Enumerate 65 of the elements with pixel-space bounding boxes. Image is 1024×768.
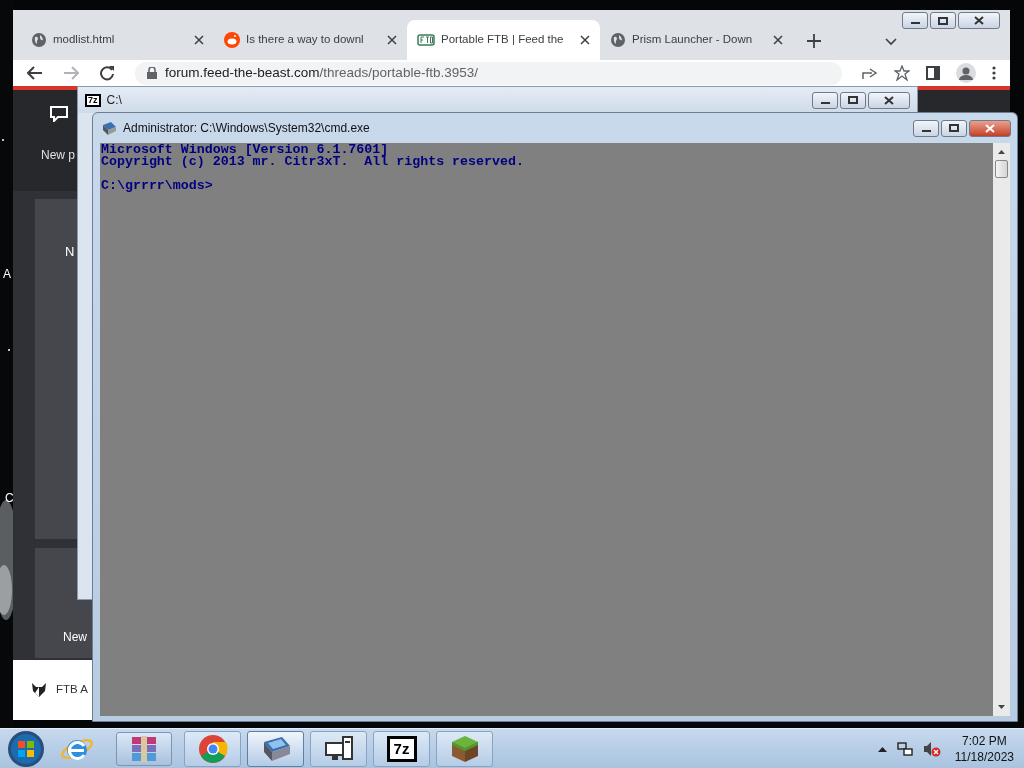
chevron-down-icon[interactable] [885, 38, 897, 46]
close-icon[interactable] [773, 35, 783, 45]
nav-link[interactable]: New p [41, 146, 75, 164]
console-prompt: C:\grrrr\mods> [101, 180, 213, 192]
close-icon [974, 16, 984, 25]
start-orb-icon[interactable] [6, 729, 46, 768]
archive-stack-icon[interactable] [129, 733, 159, 764]
card-title: N [65, 244, 75, 259]
taskbar-button[interactable]: 7z [373, 730, 430, 767]
chat-icon [50, 106, 68, 122]
browser-tab[interactable]: Portable FTB | Feed the [407, 20, 600, 60]
network-icon[interactable] [896, 740, 913, 757]
menu-icon[interactable] [992, 66, 996, 80]
browser-icon [197, 733, 228, 764]
back-arrow-icon[interactable] [27, 66, 43, 80]
taskbar-button[interactable] [310, 730, 367, 767]
minimize-button[interactable] [913, 119, 939, 137]
maximize-button[interactable] [930, 12, 956, 29]
maximize-button[interactable] [941, 119, 967, 137]
archiver-logo: 7z [85, 93, 101, 107]
close-icon[interactable] [387, 35, 397, 45]
close-button[interactable] [969, 119, 1011, 137]
plus-icon[interactable] [807, 34, 821, 48]
console-icon [101, 120, 117, 136]
footer-text: FTB A [56, 682, 88, 698]
minimize-button[interactable] [902, 12, 928, 29]
close-icon [884, 95, 894, 105]
close-button[interactable] [868, 91, 910, 109]
globe-icon [31, 32, 47, 48]
star-icon[interactable] [894, 65, 910, 81]
wolf-icon [31, 682, 47, 698]
taskbar-button[interactable] [247, 730, 304, 767]
lock-icon [147, 67, 157, 79]
browser-tab[interactable]: modlist.html [21, 20, 214, 60]
share-icon[interactable] [862, 66, 878, 80]
window-title: Administrator: C:\Windows\System32\cmd.exe [123, 120, 370, 137]
grass-block-icon [449, 733, 480, 764]
scroll-thumb[interactable] [995, 160, 1008, 178]
desktop-icon-label: C [5, 490, 14, 507]
close-icon[interactable] [580, 35, 590, 45]
card-title: New [63, 629, 87, 646]
avatar-icon[interactable] [956, 63, 976, 83]
globe-icon [610, 32, 626, 48]
address-field[interactable]: forum.feed-the-beast.com/threads/portable-ftb.3953/ [135, 61, 842, 85]
console-line: Copyright (c) 2013 mr. Citr3xT. All rights reserved. [101, 156, 524, 168]
clock[interactable]: 7:02 PM 11/18/2023 [954, 732, 1014, 765]
close-icon[interactable] [194, 35, 204, 45]
window-title: C:\ [106, 92, 122, 109]
reload-icon[interactable] [99, 65, 115, 81]
scrollbar[interactable] [993, 143, 1010, 716]
muted-speaker-icon[interactable] [922, 740, 941, 757]
browser-tab[interactable]: Prism Launcher - Down [600, 20, 793, 60]
side-panel-icon[interactable] [926, 66, 940, 80]
chevron-up-icon[interactable] [877, 745, 887, 752]
logo-icon [417, 34, 435, 46]
archiver-logo: 7z [386, 735, 417, 762]
console-line: Microsoft Windows [Version 6.1.7601] [101, 144, 389, 156]
browser-tab[interactable]: Is there a way to downl [214, 20, 407, 60]
close-icon [985, 123, 995, 133]
minimize-button[interactable] [812, 91, 838, 109]
desktop-icon-label: A [3, 266, 11, 283]
maximize-button[interactable] [840, 91, 866, 109]
alien-icon [224, 32, 240, 48]
close-button[interactable] [958, 12, 1000, 29]
taskbar-button[interactable] [436, 730, 493, 767]
